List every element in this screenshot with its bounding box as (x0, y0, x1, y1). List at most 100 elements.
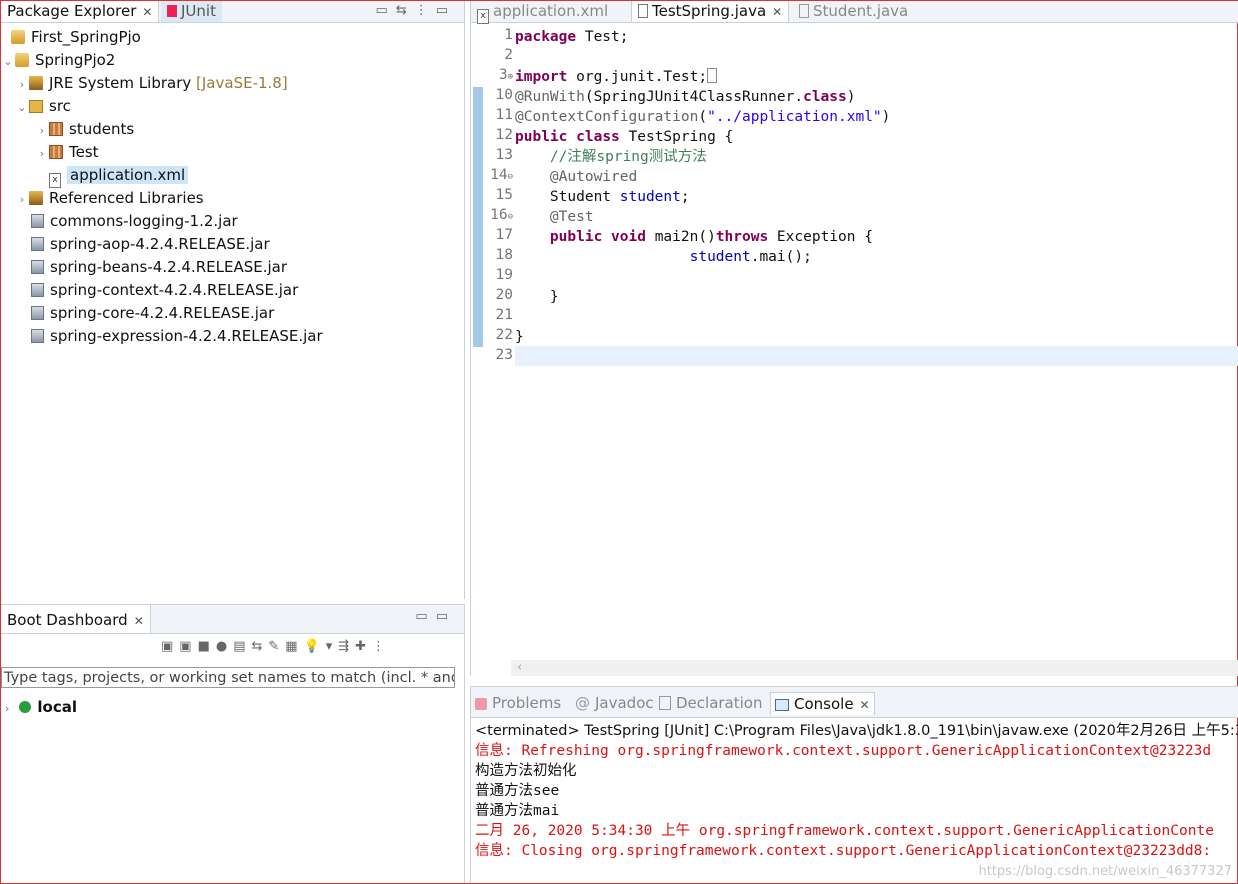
tree-item-label: src (49, 97, 71, 115)
chevron-down-icon[interactable]: ⌄ (15, 97, 29, 119)
tab-application-xml[interactable]: x application.xml (471, 1, 614, 24)
tree-item-label: commons-logging-1.2.jar (50, 212, 238, 230)
junit-icon (167, 5, 177, 17)
keyword: class (803, 89, 847, 105)
tree-item-referenced-libraries[interactable]: › Referenced Libraries (15, 187, 204, 209)
line-number: 16⊖ (471, 207, 513, 223)
fold-expand-icon[interactable]: ⊕ (508, 72, 513, 82)
code-line[interactable]: } (515, 287, 559, 307)
chevron-down-icon[interactable]: ⌄ (1, 51, 15, 73)
fold-collapse-icon[interactable]: ⊖ (508, 212, 513, 222)
tree-item-jar[interactable]: spring-beans-4.2.4.RELEASE.jar (31, 256, 287, 278)
field-name: student (619, 189, 681, 205)
tab-javadoc[interactable]: @ Javadoc (575, 692, 654, 714)
code-line[interactable]: public class TestSpring { (515, 127, 733, 147)
tree-item-label: spring-aop-4.2.4.RELEASE.jar (50, 235, 270, 253)
tree-item-application-xml[interactable]: x application.xml (49, 164, 189, 188)
folded-imports-icon[interactable] (707, 68, 718, 83)
code-line[interactable]: @ContextConfiguration("../application.xm… (515, 107, 890, 127)
tree-item-jre[interactable]: › JRE System Library [JavaSE-1.8] (15, 72, 288, 94)
code-editor[interactable]: x application.xml TestSpring.java ✕ Studen… (470, 1, 1238, 676)
tab-label: Problems (492, 694, 562, 712)
chevron-right-icon[interactable]: › (35, 143, 49, 165)
tree-item-jar[interactable]: spring-core-4.2.4.RELEASE.jar (31, 302, 274, 324)
code-text: (SpringJUnit4ClassRunner. (584, 89, 804, 105)
code-line[interactable]: Student student; (515, 187, 690, 207)
keyword: throws (715, 229, 769, 245)
close-icon[interactable]: ✕ (860, 698, 870, 712)
tab-testspring-java[interactable]: TestSpring.java ✕ (631, 1, 790, 22)
tree-item-label: students (69, 120, 135, 138)
tree-item-springpjo2[interactable]: ⌄ SpringPjo2 (1, 49, 115, 71)
tab-label: Package Explorer (7, 2, 137, 20)
tab-problems[interactable]: Problems (475, 692, 561, 714)
jre-version: [JavaSE-1.8] (196, 74, 288, 92)
horizontal-scrollbar[interactable]: ‹ (511, 660, 1238, 676)
keyword: import (515, 69, 568, 85)
code-text: ) (846, 89, 856, 105)
code-line[interactable]: @RunWith(SpringJUnit4ClassRunner.class) (515, 87, 855, 107)
code-line[interactable]: @Autowired (515, 167, 637, 187)
keyword: void (611, 229, 646, 245)
tree-item-students[interactable]: › students (35, 118, 134, 140)
boot-local-item[interactable]: › local (5, 697, 77, 717)
tab-junit[interactable]: JUnit (161, 1, 222, 22)
tree-item-src[interactable]: ⌄ src (15, 95, 71, 117)
source-folder-icon (29, 100, 43, 113)
tab-label: Boot Dashboard (7, 611, 128, 629)
tree-item-test[interactable]: › Test (35, 141, 99, 163)
close-icon[interactable]: ✕ (772, 5, 782, 19)
code-line[interactable]: } (515, 327, 524, 347)
tree-item-jar[interactable]: spring-context-4.2.4.RELEASE.jar (31, 279, 298, 301)
scroll-left-icon[interactable]: ‹ (517, 660, 522, 675)
current-line-highlight (515, 346, 1238, 366)
tree-item-label: application.xml (67, 166, 189, 184)
line-number-text: 16 (490, 207, 508, 223)
boot-dashboard-toolbar[interactable]: ▣▣■●▤⇆✎▦💡▾⇶✚⋮ (161, 639, 391, 654)
tree-item-label: First_SpringPjo (31, 28, 141, 46)
tab-label: JUnit (181, 2, 216, 20)
fold-collapse-icon[interactable]: ⊖ (508, 172, 513, 182)
chevron-right-icon[interactable]: › (5, 702, 9, 715)
tree-item-jar[interactable]: spring-expression-4.2.4.RELEASE.jar (31, 325, 323, 347)
chevron-right-icon[interactable]: › (15, 74, 29, 96)
tab-boot-dashboard[interactable]: Boot Dashboard ✕ (1, 605, 151, 633)
code-line[interactable]: import org.junit.Test; (515, 67, 718, 87)
annotation: @Test (549, 209, 594, 225)
filter-input[interactable]: Type tags, projects, or working set name… (1, 667, 455, 688)
console-icon (775, 699, 789, 711)
tab-declaration[interactable]: Declaration (659, 692, 762, 714)
console-line: 普通方法see (475, 783, 560, 799)
tab-console[interactable]: Console ✕ (770, 692, 875, 715)
tab-student-java[interactable]: Student.java (793, 1, 914, 22)
view-toolbar[interactable]: ▭⇆⋮▭ (376, 3, 456, 18)
tree-item-first-springpjo[interactable]: First_SpringPjo (11, 26, 141, 48)
java-file-icon (799, 4, 809, 18)
line-number: 13 (495, 147, 513, 163)
close-icon[interactable]: ✕ (142, 5, 152, 19)
code-line[interactable]: public void mai2n()throws Exception { (515, 227, 873, 247)
declaration-icon (659, 696, 671, 710)
code-text: Student (549, 189, 620, 205)
code-text: ; (680, 189, 690, 205)
chevron-right-icon[interactable]: › (35, 120, 49, 142)
close-icon[interactable]: ✕ (134, 614, 144, 628)
code-line[interactable]: student.mai(); (515, 247, 812, 267)
code-line[interactable]: @Test (515, 207, 594, 227)
code-text: Test; (576, 29, 629, 45)
tab-label: Declaration (676, 694, 763, 712)
tree-item-jar[interactable]: commons-logging-1.2.jar (31, 210, 238, 232)
view-toolbar[interactable]: ▭▭ (415, 609, 456, 624)
code-text: org.junit.Test; (567, 69, 708, 85)
code-line[interactable]: //注解spring测试方法 (515, 147, 707, 167)
line-number-text: 3 (498, 67, 508, 83)
jar-icon (31, 329, 44, 343)
chevron-right-icon[interactable]: › (15, 189, 29, 211)
java-file-icon (638, 4, 648, 18)
code-text: } (515, 329, 524, 345)
line-number: 14⊖ (471, 167, 513, 183)
console-tabbar: Problems @ Javadoc Declaration Console ✕ (471, 687, 1238, 718)
tab-package-explorer[interactable]: Package Explorer ✕ (1, 1, 160, 22)
tree-item-jar[interactable]: spring-aop-4.2.4.RELEASE.jar (31, 233, 270, 255)
code-line[interactable]: package Test; (515, 27, 629, 47)
